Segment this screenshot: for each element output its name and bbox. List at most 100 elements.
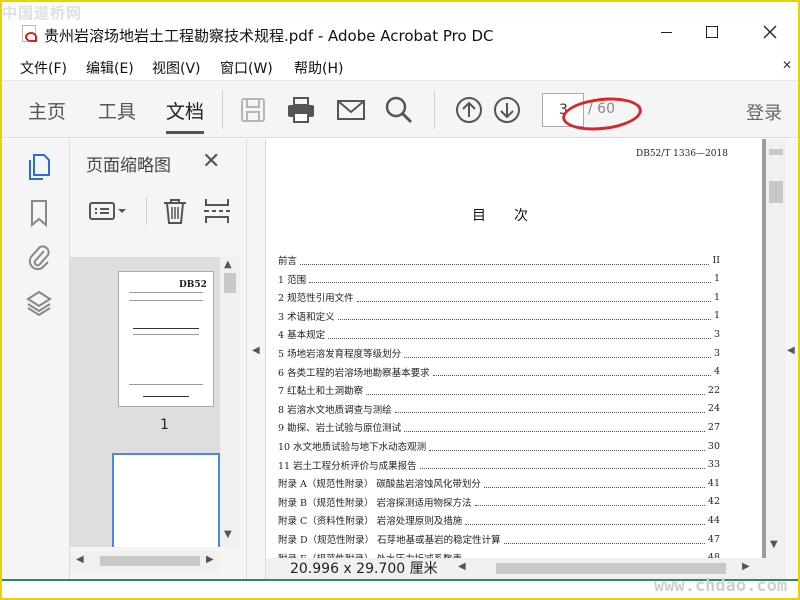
thumbnail-line <box>133 328 199 329</box>
toc-entry[interactable]: 5 场地岩溶发育程度等级划分 3 <box>278 344 720 362</box>
panel-close-icon[interactable]: ✕ <box>202 149 220 174</box>
acrobat-window: 中国道桥网 贵州岩溶场地岩土工程勘察技术规程.pdf - Adobe Acrob… <box>0 0 800 600</box>
tab-home[interactable]: 主页 <box>28 97 66 124</box>
toc-entry-text: 附录 B（规范性附录） 岩溶探测适用物探方法 <box>278 497 472 509</box>
toolbar: 主页 工具 文档 3 / 60 登录 <box>2 80 798 138</box>
close-button[interactable] <box>750 16 790 48</box>
toc-entry-page: 1 <box>713 273 720 285</box>
toc-entry-page: 41 <box>707 477 720 489</box>
thumbnail-horizontal-scrollbar[interactable]: ◀ ▶ <box>70 551 220 571</box>
thumbnail-line <box>143 396 189 397</box>
close-icon <box>763 25 777 39</box>
tab-document[interactable]: 文档 <box>166 97 205 134</box>
email-icon[interactable] <box>336 95 366 125</box>
scrollbar-thumb[interactable] <box>769 181 783 203</box>
previous-page-icon[interactable] <box>454 95 484 125</box>
toc-entry-text: 附录 A（规范性附录） 碳酸盐岩溶蚀风化带划分 <box>278 479 481 491</box>
thumbnail-page-2[interactable] <box>112 453 220 547</box>
thumbnail-std-code: DB52 <box>179 280 207 290</box>
thumbnail-page-1[interactable]: DB52 <box>118 271 214 407</box>
toc-entry-page: 1 <box>713 291 720 303</box>
menu-help[interactable]: 帮助(H) <box>294 58 343 78</box>
maximize-button[interactable] <box>692 16 732 48</box>
toc-entry[interactable]: 10 水文地质试验与地下水动态观测 30 <box>278 437 720 455</box>
right-panel-collapse[interactable]: ◀ <box>786 139 798 579</box>
panel-title: 页面缩略图 <box>86 156 171 176</box>
toc-entry[interactable]: 附录 A（规范性附录） 碳酸盐岩溶蚀风化带划分 41 <box>278 474 720 492</box>
delete-icon[interactable] <box>160 197 190 225</box>
menu-collapse-icon[interactable]: ✕ <box>782 58 792 72</box>
toc-entry[interactable]: 4 基本规定 3 <box>278 325 720 343</box>
toc-entry-page: 44 <box>707 514 720 526</box>
toc-entry-text: 2 规范性引用文件 <box>278 293 354 305</box>
document-vertical-scrollbar[interactable]: ▼ <box>766 139 786 558</box>
print-icon[interactable] <box>286 95 316 125</box>
toc-entry[interactable]: 6 各类工程的岩溶场地勘察基本要求 4 <box>278 363 720 381</box>
layers-icon[interactable] <box>26 289 52 317</box>
toc-leader-dots <box>404 349 711 358</box>
options-menu-icon[interactable] <box>88 197 128 225</box>
title-bar: 中国道桥网 贵州岩溶场地岩土工程勘察技术规程.pdf - Adobe Acrob… <box>2 2 798 50</box>
toc-entry[interactable]: 3 术语和定义 1 <box>278 307 720 325</box>
scroll-up-icon[interactable]: ▲ <box>224 259 232 270</box>
thumbnail-line <box>129 300 203 301</box>
scroll-right-icon[interactable]: ▶ <box>742 561 750 572</box>
horizontal-scrollbar-thumb[interactable] <box>496 563 726 574</box>
minimize-button[interactable] <box>646 16 686 48</box>
toc-entry-page: 24 <box>707 403 720 415</box>
toc-entry-text: 6 各类工程的岩溶场地勘察基本要求 <box>278 367 430 379</box>
toc-entry[interactable]: 1 范围 1 <box>278 270 720 288</box>
scroll-left-icon[interactable]: ◀ <box>76 554 84 565</box>
thumbnail-list[interactable]: DB52 1 <box>70 257 220 547</box>
scroll-right-icon[interactable]: ▶ <box>206 554 214 565</box>
menu-view[interactable]: 视图(V) <box>152 58 201 78</box>
toc-entry-page: 33 <box>707 459 720 471</box>
toc-entry[interactable]: 7 红黏土和土洞勘察 22 <box>278 381 720 399</box>
pages-icon[interactable] <box>26 153 52 181</box>
toc-leader-dots <box>394 404 705 414</box>
attachment-icon[interactable] <box>26 243 52 271</box>
thumbnail-vertical-scrollbar[interactable]: ▲ ▼ <box>220 257 240 547</box>
toc-leader-dots <box>404 423 705 432</box>
toc-entry[interactable]: 附录 B（规范性附录） 岩溶探测适用物探方法 42 <box>278 493 720 511</box>
toc-entry[interactable]: 附录 D（规范性附录） 石芽地基或基岩的稳定性计算 47 <box>278 530 720 548</box>
toolbar-separator <box>434 91 435 129</box>
page-size-label: 20.996 x 29.700 厘米 <box>290 561 438 577</box>
scrollbar-track-marker <box>769 149 783 155</box>
toc-entry-page: 30 <box>707 440 720 452</box>
left-panel-collapse[interactable]: ◀ <box>246 139 266 579</box>
bookmark-icon[interactable] <box>26 199 52 227</box>
save-icon[interactable] <box>238 95 268 125</box>
toc-entry-page: 22 <box>707 384 720 396</box>
tab-tools[interactable]: 工具 <box>98 97 136 124</box>
scroll-down-icon[interactable]: ▼ <box>770 539 778 550</box>
menu-window[interactable]: 窗口(W) <box>220 58 273 78</box>
scrollbar-thumb[interactable] <box>100 556 200 566</box>
toc-entry[interactable]: 2 规范性引用文件 1 <box>278 288 720 306</box>
toc-entry-page: 3 <box>713 328 720 340</box>
split-page-icon[interactable] <box>202 197 232 225</box>
toc-entry[interactable]: 前言 II <box>278 251 720 269</box>
login-button[interactable]: 登录 <box>746 99 782 125</box>
scrollbar-thumb[interactable] <box>224 273 236 293</box>
toc-entry[interactable]: 附录 C（资料性附录） 岩溶处理原则及措施 44 <box>278 511 720 529</box>
menu-edit[interactable]: 编辑(E) <box>86 58 134 78</box>
toc-entry-text: 附录 C（资料性附录） 岩溶处理原则及措施 <box>278 516 463 528</box>
next-page-icon[interactable] <box>492 95 522 125</box>
menu-file[interactable]: 文件(F) <box>20 58 67 78</box>
toc-entry[interactable]: 8 岩溶水文地质调查与测绘 24 <box>278 400 720 418</box>
toc-entry[interactable]: 附录 E（规范性附录） 处水压力折减系数表48 <box>278 549 720 558</box>
collapse-left-icon[interactable]: ◀ <box>252 345 260 356</box>
toc-leader-dots <box>503 535 705 544</box>
scroll-down-icon[interactable]: ▼ <box>224 529 232 540</box>
scroll-left-icon[interactable]: ◀ <box>458 561 466 572</box>
collapse-right-icon[interactable]: ◀ <box>787 345 795 356</box>
toc-entry[interactable]: 9 勘探、岩土试验与原位测试 27 <box>278 418 720 436</box>
toc-entry[interactable]: 11 岩土工程分析评价与成果报告 33 <box>278 456 720 474</box>
toc-leader-dots <box>432 367 711 377</box>
document-viewport[interactable]: DB52/T 1336—2018 目次 前言 II 1 范围 1 2 规范性引用文件 1 3… <box>266 139 766 558</box>
minimize-icon <box>660 31 672 33</box>
toc-leader-dots <box>366 386 705 395</box>
search-icon[interactable] <box>384 95 414 125</box>
toc-leader-dots <box>337 311 711 321</box>
